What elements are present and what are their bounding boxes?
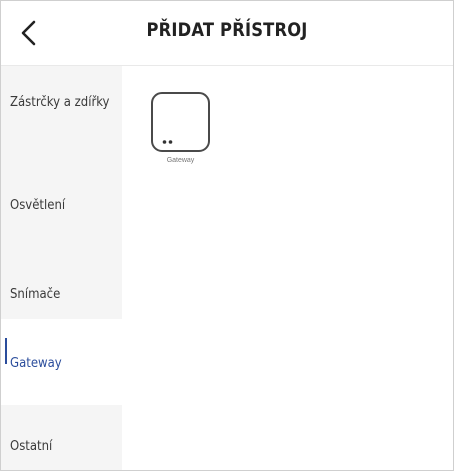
sidebar-item-label: Ostatní <box>10 439 53 454</box>
sidebar-item-lighting[interactable]: Osvětlení <box>1 153 122 236</box>
sidebar-item-gateway[interactable]: Gateway <box>1 319 122 405</box>
sidebar-item-label: Gateway <box>10 356 62 371</box>
device-label: Gateway <box>166 157 195 164</box>
page-title: PŘIDAT PŘÍSTROJ <box>146 19 308 41</box>
sidebar-item-label: Snímače <box>10 287 61 302</box>
device-tile-gateway[interactable] <box>151 92 210 152</box>
gateway-device-icon <box>162 140 173 144</box>
active-indicator <box>5 338 7 364</box>
sidebar-item-label: Zástrčky a zdířky <box>10 95 110 110</box>
sidebar-item-sensors[interactable]: Snímače <box>1 236 122 319</box>
sidebar-item-other[interactable]: Ostatní <box>1 405 122 470</box>
sidebar-item-sockets[interactable]: Zástrčky a zdířky <box>1 66 122 153</box>
header-bar: PŘIDAT PŘÍSTROJ <box>1 1 453 66</box>
app-window: PŘIDAT PŘÍSTROJ Zástrčky a zdířky Osvětl… <box>0 0 454 471</box>
sidebar-item-label: Osvětlení <box>10 198 66 213</box>
category-sidebar: Zástrčky a zdířky Osvětlení Snímače Gate… <box>1 66 122 470</box>
